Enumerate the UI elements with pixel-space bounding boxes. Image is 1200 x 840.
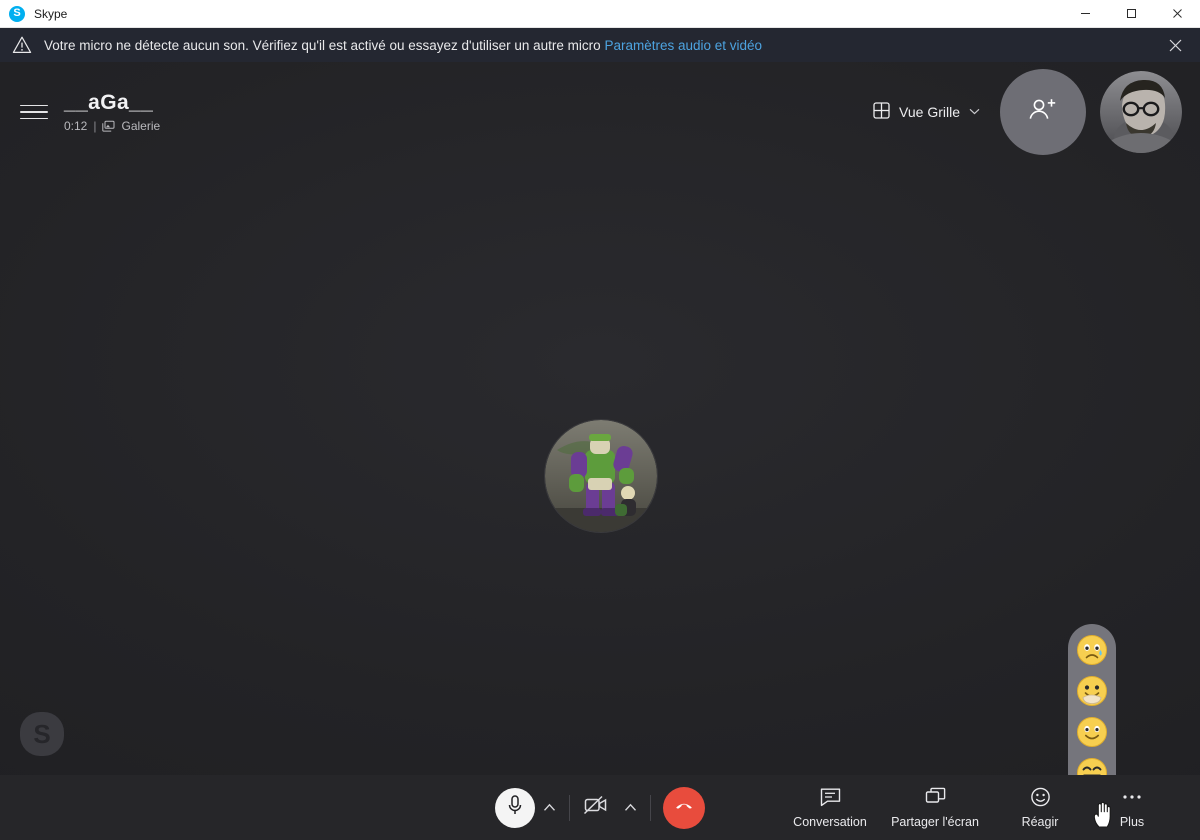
call-stage: __aGa__ 0:12 | Galerie Vue Grille S <box>0 62 1200 775</box>
call-subtitle: 0:12 | Galerie <box>64 119 160 133</box>
camera-options-button[interactable] <box>616 790 644 826</box>
call-header-right: Vue Grille <box>867 69 1182 155</box>
call-title: __aGa__ <box>64 91 154 114</box>
smiling-face-reaction[interactable] <box>1074 714 1110 750</box>
close-window-button[interactable] <box>1154 0 1200 28</box>
watermark-letter: S <box>33 718 51 749</box>
audio-video-settings-link[interactable]: Paramètres audio et vidéo <box>604 38 762 53</box>
more-options-button-label: Plus <box>1119 815 1145 829</box>
call-header: __aGa__ 0:12 | Galerie Vue Grille <box>0 62 1200 162</box>
control-divider-2 <box>650 794 651 821</box>
call-toolbar: Conversation Partager l'écran Réagir Plu… <box>0 775 1200 840</box>
more-dots-icon <box>1121 786 1143 808</box>
react-button-label: Réagir <box>1021 815 1059 829</box>
minimize-button[interactable] <box>1062 0 1108 28</box>
microphone-options-button[interactable] <box>535 790 563 826</box>
share-screen-button-label: Partager l'écran <box>891 815 979 829</box>
camera-button[interactable] <box>576 788 616 828</box>
hamburger-menu-icon[interactable] <box>14 92 54 132</box>
skype-call-window: S Skype Votre micro ne détecte aucun son… <box>0 0 1200 840</box>
title-bar-left: S Skype <box>0 5 68 22</box>
view-mode-label: Vue Grille <box>899 104 960 120</box>
react-button[interactable]: Réagir <box>994 775 1086 840</box>
end-call-button[interactable] <box>663 786 705 829</box>
chat-button[interactable]: Conversation <box>784 775 876 840</box>
title-bar: S Skype <box>0 0 1200 28</box>
chevron-down-icon <box>969 107 980 118</box>
microphone-button[interactable] <box>495 787 535 828</box>
notification-message-text: Votre micro ne détecte aucun son. Vérifi… <box>44 37 601 53</box>
share-screen-icon <box>925 786 946 808</box>
call-title-block: __aGa__ 0:12 | Galerie <box>64 91 160 133</box>
window-title: Skype <box>34 6 68 21</box>
control-divider-1 <box>569 794 570 821</box>
reactions-flyout <box>1068 624 1116 775</box>
end-call-icon <box>673 794 695 821</box>
skype-watermark-icon: S <box>20 712 64 756</box>
add-person-icon <box>1026 95 1060 130</box>
maximize-button[interactable] <box>1108 0 1154 28</box>
skype-logo-icon: S <box>9 5 25 22</box>
camera-off-icon <box>583 794 609 821</box>
call-duration: 0:12 <box>64 119 88 133</box>
share-screen-button[interactable]: Partager l'écran <box>876 775 994 840</box>
close-notification-button[interactable] <box>1160 30 1190 60</box>
add-people-button[interactable] <box>1000 69 1086 155</box>
subtitle-separator: | <box>93 119 97 133</box>
hand-over-mouth-reaction[interactable] <box>1074 673 1110 709</box>
crying-face-reaction[interactable] <box>1074 632 1110 668</box>
call-secondary-actions: Conversation Partager l'écran Réagir Plu… <box>784 775 1200 840</box>
window-controls <box>1062 0 1200 28</box>
grid-view-icon <box>873 102 890 122</box>
warning-triangle-icon <box>12 35 32 55</box>
call-primary-controls <box>490 786 710 829</box>
notification-message: Votre micro ne détecte aucun son. Vérifi… <box>44 38 762 53</box>
gallery-icon <box>102 120 115 132</box>
microphone-icon <box>505 794 525 821</box>
more-options-button[interactable]: Plus <box>1086 775 1178 840</box>
chat-bubble-icon <box>820 786 841 808</box>
self-avatar[interactable] <box>1100 71 1182 153</box>
participant-avatar <box>545 420 657 532</box>
view-mode-button[interactable]: Vue Grille <box>867 96 986 128</box>
react-icon <box>1030 786 1051 808</box>
chat-button-label: Conversation <box>793 815 867 829</box>
mic-warning-notification: Votre micro ne détecte aucun son. Vérifi… <box>0 28 1200 62</box>
laughing-face-reaction[interactable] <box>1074 755 1110 775</box>
gallery-label[interactable]: Galerie <box>121 119 160 133</box>
